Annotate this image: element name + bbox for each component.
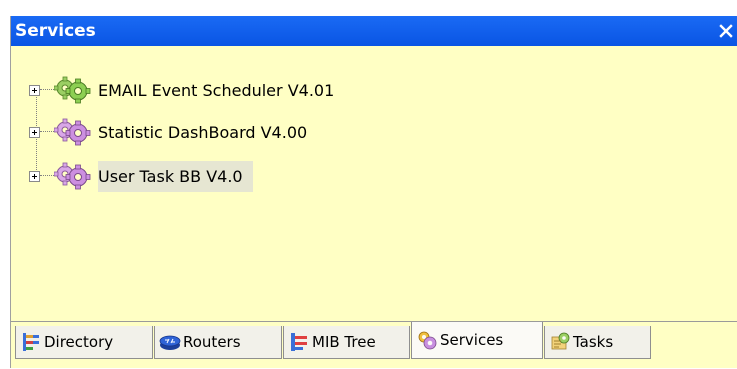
gear-purple-icon	[54, 162, 91, 190]
tab-label: Directory	[44, 333, 114, 351]
tasks-icon	[551, 332, 570, 350]
tab-label: Tasks	[573, 333, 614, 351]
tree-node-label[interactable]: User Task BB V4.0	[98, 160, 253, 192]
panel-title-bar: Services	[11, 16, 737, 46]
close-button[interactable]	[715, 18, 737, 44]
gear-purple-icon	[54, 118, 91, 146]
tree-node-label[interactable]: Statistic DashBoard V4.00	[98, 117, 311, 148]
expand-toggle[interactable]	[29, 84, 40, 96]
tree-connector	[40, 131, 54, 133]
tab-label: Routers	[183, 333, 241, 351]
tab-directory[interactable]: Directory	[15, 326, 153, 359]
tab-label: MIB Tree	[312, 333, 376, 351]
gear-icon	[418, 331, 437, 350]
tab-services[interactable]: Services	[411, 322, 543, 359]
mib-tree-icon	[291, 333, 307, 351]
services-panel: Services EMAIL Event Scheduler V4.01 Sta…	[10, 16, 737, 368]
tab-tasks[interactable]: Tasks	[544, 326, 651, 359]
tree-connector	[40, 175, 54, 177]
tab-label: Services	[440, 331, 504, 349]
directory-icon	[23, 333, 39, 351]
tree-node-user-task[interactable]: User Task BB V4.0	[29, 158, 253, 194]
router-icon	[159, 335, 181, 350]
tab-mib-tree[interactable]: MIB Tree	[283, 326, 410, 359]
bottom-tab-bar: Directory Routers MIB Tree Services Task…	[11, 321, 737, 369]
gear-green-icon	[54, 76, 91, 104]
tree-node-statistic-dashboard[interactable]: Statistic DashBoard V4.00	[29, 114, 311, 150]
expand-toggle[interactable]	[29, 126, 40, 138]
services-tree: EMAIL Event Scheduler V4.01 Statistic Da…	[11, 46, 737, 338]
expand-toggle[interactable]	[29, 170, 40, 182]
tab-routers[interactable]: Routers	[154, 326, 282, 359]
close-icon	[719, 24, 733, 38]
panel-title: Services	[15, 21, 96, 41]
tree-node-label[interactable]: EMAIL Event Scheduler V4.01	[98, 75, 338, 106]
window-background	[0, 0, 10, 368]
tree-connector	[40, 89, 54, 91]
tree-node-email-scheduler[interactable]: EMAIL Event Scheduler V4.01	[29, 72, 338, 108]
